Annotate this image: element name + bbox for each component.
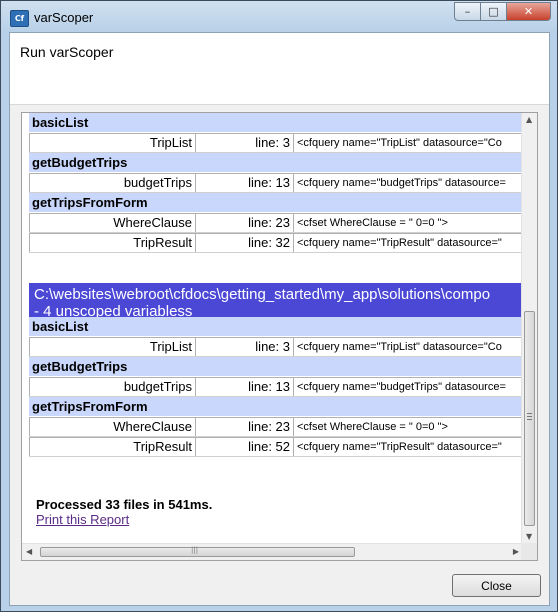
function-row: getBudgetTrips [29,153,529,173]
dialog-heading: Run varScoper [20,44,114,60]
function-row: basicList [29,113,529,133]
minimize-button[interactable]: – [454,2,481,21]
file-result-block: basicList TripList line: 3 <cfquery name… [29,113,529,253]
hgrip-icon: ||| [191,546,199,554]
line-number: line: 32 [196,233,294,252]
variable-row: TripResult line: 52 <cfquery name="TripR… [29,437,529,457]
line-number: line: 13 [196,377,294,396]
function-row: basicList [29,317,529,337]
variable-name: WhereClause [29,213,196,232]
dialog-client-area: Run varScoper basicList TripList line: 3… [9,32,550,606]
code-snippet: <cfset WhereClause = " 0=0 "> [294,213,529,232]
variable-row: TripList line: 3 <cfquery name="TripList… [29,133,529,153]
variable-row: TripResult line: 32 <cfquery name="TripR… [29,233,529,253]
variable-name: WhereClause [29,417,196,436]
line-number: line: 3 [196,133,294,152]
dialog-header: Run varScoper [10,33,549,105]
report-view: basicList TripList line: 3 <cfquery name… [21,112,538,561]
variable-row: WhereClause line: 23 <cfset WhereClause … [29,213,529,233]
window-controls: – □ ✕ [454,2,551,21]
function-row: getTripsFromForm [29,397,529,417]
scroll-left-icon[interactable]: ◀ [26,547,32,556]
scroll-down-icon[interactable]: ▼ [526,532,532,541]
code-snippet: <cfquery name="TripResult" datasource=" [294,233,529,252]
line-number: line: 52 [196,437,294,456]
function-row: getTripsFromForm [29,193,529,213]
print-report-link[interactable]: Print this Report [36,512,129,527]
variable-name: TripList [29,133,196,152]
vertical-scroll-thumb[interactable] [524,311,535,526]
variable-row: budgetTrips line: 13 <cfquery name="budg… [29,173,529,193]
grip-line [527,416,532,417]
line-number: line: 23 [196,213,294,232]
variable-name: TripResult [29,233,196,252]
window-title: varScoper [34,10,94,25]
file-path-header: C:\websites\webroot\cfdocs\getting_start… [29,283,529,317]
close-button[interactable]: Close [452,574,541,597]
maximize-button[interactable]: □ [481,2,507,21]
variable-name: budgetTrips [29,377,196,396]
variable-row: budgetTrips line: 13 <cfquery name="budg… [29,377,529,397]
line-number: line: 3 [196,337,294,356]
code-snippet: <cfquery name="TripList" datasource="Co [294,133,529,152]
variable-name: TripResult [29,437,196,456]
report-content: basicList TripList line: 3 <cfquery name… [29,113,529,543]
variable-row: WhereClause line: 23 <cfset WhereClause … [29,417,529,437]
line-number: line: 23 [196,417,294,436]
variable-name: budgetTrips [29,173,196,192]
code-snippet: <cfquery name="budgetTrips" datasource= [294,377,529,396]
function-row: getBudgetTrips [29,357,529,377]
grip-line [527,419,532,420]
vertical-scrollbar[interactable]: ▲ ▼ [521,113,537,543]
scroll-right-icon[interactable]: ▶ [513,547,519,556]
horizontal-scroll-thumb[interactable]: ||| [40,546,355,557]
line-number: line: 13 [196,173,294,192]
code-snippet: <cfquery name="TripList" datasource="Co [294,337,529,356]
window-close-button[interactable]: ✕ [507,2,551,21]
code-snippet: <cfset WhereClause = " 0=0 "> [294,417,529,436]
horizontal-scrollbar[interactable]: ◀ ||| ▶ [22,543,523,560]
file-path: C:\websites\webroot\cfdocs\getting_start… [34,286,491,303]
variable-row: TripList line: 3 <cfquery name="TripList… [29,337,529,357]
code-snippet: <cfquery name="budgetTrips" datasource= [294,173,529,192]
file-result-block: C:\websites\webroot\cfdocs\getting_start… [29,283,529,457]
scroll-up-icon[interactable]: ▲ [526,115,532,124]
variable-name: TripList [29,337,196,356]
processed-summary: Processed 33 files in 541ms. [36,497,213,512]
grip-line [527,413,532,414]
scroll-corner [521,543,537,560]
code-snippet: <cfquery name="TripResult" datasource=" [294,437,529,456]
varscoper-window: Cf varScoper – □ ✕ Run varScoper basicLi… [0,0,558,612]
coldfusion-app-icon: Cf [10,10,29,27]
unscoped-count: - 4 unscoped variabless [34,303,193,317]
title-bar[interactable]: Cf varScoper – □ ✕ [1,1,557,31]
